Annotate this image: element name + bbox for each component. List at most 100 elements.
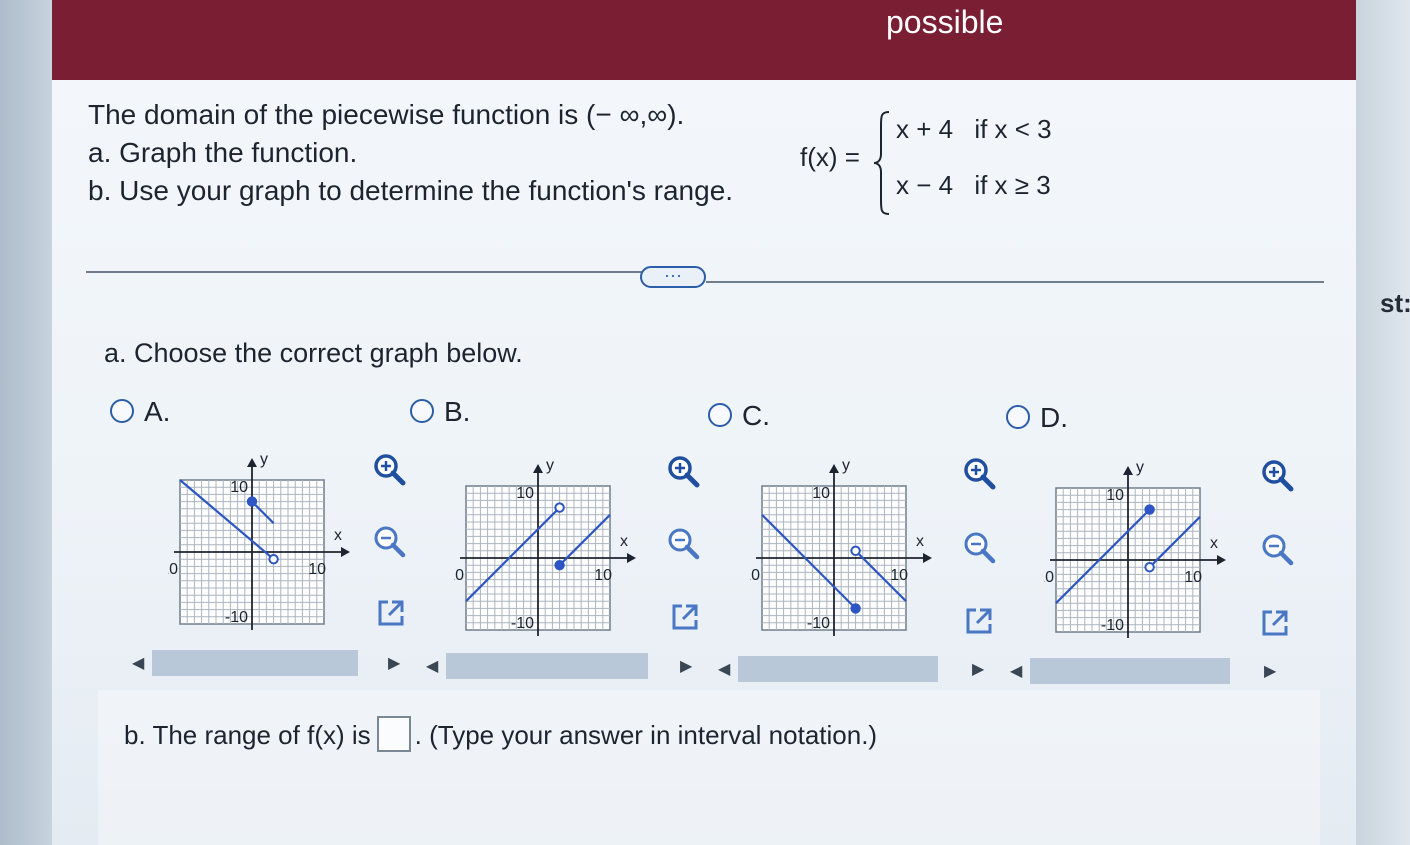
x-axis-arrow-icon (1217, 555, 1226, 565)
y-max-label: 10 (516, 485, 534, 502)
x-min-label: -10 (750, 567, 760, 584)
option-d-scrollbar[interactable]: ◀ ▶ (1008, 658, 1290, 684)
option-c-label: C. (742, 400, 770, 431)
scroll-left-icon[interactable]: ◀ (1010, 661, 1022, 681)
problem-line-3: b. Use your graph to determine the funct… (88, 175, 734, 206)
external-link-icon[interactable] (374, 596, 408, 630)
y-min-label: -10 (1101, 617, 1124, 634)
x-axis-label: x (620, 533, 628, 550)
option-d-label: D. (1040, 402, 1068, 433)
option-d-radio[interactable]: D. (1006, 402, 1068, 434)
closed-endpoint (246, 496, 258, 507)
x-max-label: 10 (1184, 569, 1202, 586)
coordinate-plane[interactable]: y x 10 -10 -10 10 (441, 452, 654, 648)
open-endpoint (1144, 562, 1155, 573)
option-b-radio[interactable]: B. (410, 396, 470, 428)
radio-button[interactable] (1006, 405, 1030, 429)
x-axis-label: x (1210, 535, 1218, 552)
x-axis-label: x (916, 533, 924, 550)
x-max-label: 10 (594, 567, 612, 584)
option-b-scrollbar[interactable]: ◀ ▶ (424, 653, 706, 679)
option-c-radio[interactable]: C. (708, 400, 770, 432)
zoom-out-icon[interactable] (372, 524, 406, 558)
scroll-right-icon[interactable]: ▶ (388, 653, 400, 673)
closed-endpoint (554, 560, 565, 571)
problem-line-1: The domain of the piecewise function is … (88, 99, 685, 130)
scroll-track[interactable] (446, 653, 648, 679)
scroll-left-icon[interactable]: ◀ (426, 656, 438, 676)
closed-endpoint (1144, 504, 1155, 515)
function-case-1: x + 4 if x < 3 (896, 114, 1052, 145)
radio-button[interactable] (708, 403, 732, 427)
zoom-out-icon[interactable] (1260, 532, 1294, 566)
part-b-suffix: . (Type your answer in interval notation… (414, 720, 878, 750)
open-endpoint (554, 502, 565, 513)
header-bar: possible (52, 0, 1356, 80)
scroll-right-icon[interactable]: ▶ (1264, 661, 1276, 681)
problem-line-2: a. Graph the function. (88, 137, 358, 168)
x-axis-arrow-icon (341, 547, 350, 557)
header-title: possible (886, 4, 1004, 40)
scroll-right-icon[interactable]: ▶ (972, 659, 984, 679)
case-2-expression: x − 4 (896, 170, 954, 200)
screen-bezel-right (1354, 0, 1410, 845)
coordinate-plane[interactable]: y x 10 -10 -10 10 (737, 452, 950, 648)
y-axis-label: y (1136, 459, 1144, 476)
y-max-label: 10 (230, 479, 248, 496)
x-min-label: -10 (168, 561, 178, 578)
zoom-out-icon[interactable] (666, 526, 700, 560)
screen-bezel-left (0, 0, 52, 845)
scroll-track[interactable] (738, 656, 938, 682)
case-1-expression: x + 4 (896, 114, 954, 144)
y-min-label: -10 (807, 615, 830, 632)
zoom-in-icon[interactable] (372, 452, 406, 486)
coordinate-plane[interactable]: y x 10 -10 -10 10 (1031, 454, 1244, 650)
x-min-label: -10 (1044, 569, 1054, 586)
option-c-graph[interactable]: y x 10 -10 -10 10 (737, 452, 950, 653)
x-min-label: -10 (454, 567, 464, 584)
option-a-radio[interactable]: A. (110, 396, 170, 428)
external-link-icon[interactable] (1258, 606, 1292, 640)
expand-button[interactable]: ··· (640, 266, 706, 288)
y-min-label: -10 (225, 609, 248, 626)
part-b-prefix: b. The range of f(x) is (124, 720, 371, 750)
side-text: st: (1380, 288, 1410, 318)
scroll-right-icon[interactable]: ▶ (680, 656, 692, 676)
radio-button[interactable] (110, 399, 134, 423)
closed-endpoint (850, 603, 861, 614)
option-a-scrollbar[interactable]: ◀ ▶ (130, 650, 412, 676)
zoom-in-icon[interactable] (962, 456, 996, 490)
brace-icon (873, 111, 890, 215)
option-b-graph[interactable]: y x 10 -10 -10 10 (441, 452, 654, 653)
external-link-icon[interactable] (668, 600, 702, 634)
open-endpoint (268, 554, 279, 565)
radio-button[interactable] (410, 399, 434, 423)
function-name: f(x) = (800, 142, 860, 172)
y-max-label: 10 (1106, 487, 1124, 504)
part-a-prompt: a. Choose the correct graph below. (104, 338, 523, 368)
coordinate-plane[interactable]: y x 10 -10 -10 10 (155, 446, 368, 642)
option-d-graph[interactable]: y x 10 -10 -10 10 (1031, 454, 1244, 655)
y-axis-arrow-icon (829, 464, 839, 473)
x-max-label: 10 (890, 567, 908, 584)
divider (706, 281, 1324, 283)
y-axis-label: y (842, 457, 850, 474)
option-c-scrollbar[interactable]: ◀ ▶ (716, 656, 998, 682)
open-endpoint (850, 545, 861, 557)
function-case-2: x − 4 if x ≥ 3 (896, 170, 1051, 201)
scroll-left-icon[interactable]: ◀ (132, 653, 144, 673)
range-answer-input[interactable] (376, 716, 411, 752)
y-axis-arrow-icon (1123, 466, 1133, 475)
external-link-icon[interactable] (962, 604, 996, 638)
zoom-in-icon[interactable] (1260, 458, 1294, 492)
divider (86, 271, 642, 273)
scroll-left-icon[interactable]: ◀ (718, 659, 730, 679)
zoom-out-icon[interactable] (962, 530, 996, 564)
scroll-track[interactable] (152, 650, 358, 676)
zoom-in-icon[interactable] (666, 454, 700, 488)
scroll-track[interactable] (1030, 658, 1230, 684)
option-b-label: B. (444, 396, 471, 427)
case-1-condition: if x < 3 (974, 114, 1052, 144)
option-a-graph[interactable]: y x 10 -10 -10 10 (155, 446, 368, 647)
y-axis-label: y (546, 457, 554, 474)
